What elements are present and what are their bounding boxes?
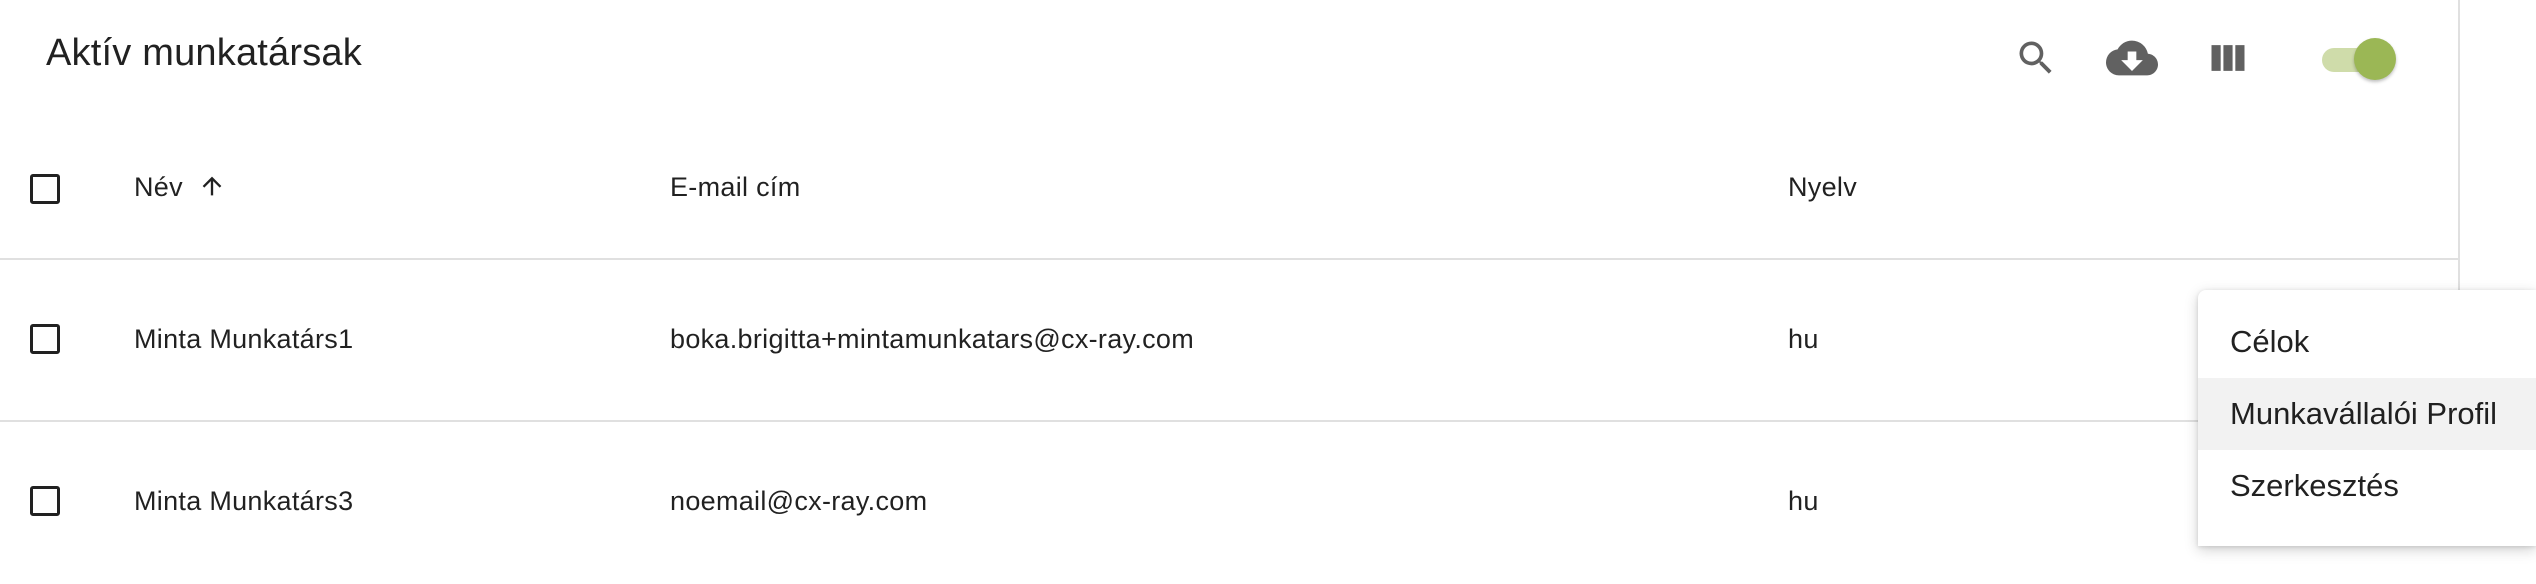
row-checkbox[interactable] [30, 324, 60, 354]
search-icon [2019, 41, 2052, 74]
employees-table-panel: Aktív munkatársak Név E-mail cím Nyelv M… [0, 0, 2460, 546]
view-column-icon [2211, 45, 2245, 71]
employee-language: hu [1788, 324, 1819, 354]
active-toggle-switch[interactable] [2318, 38, 2396, 80]
columns-button[interactable] [2198, 28, 2258, 88]
table-row[interactable]: Minta Munkatárs3 noemail@cx-ray.com hu [0, 422, 2458, 584]
table-header-row: Név E-mail cím Nyelv [0, 116, 2458, 260]
table-toolbar: Aktív munkatársak [0, 0, 2458, 116]
row-checkbox[interactable] [30, 486, 60, 516]
row-context-menu: Célok Munkavállalói Profil Szerkesztés [2198, 290, 2536, 546]
menu-item-employee-profile[interactable]: Munkavállalói Profil [2198, 378, 2536, 450]
column-header-name[interactable]: Név [134, 172, 183, 203]
select-all-checkbox[interactable] [30, 174, 60, 204]
employee-email: noemail@cx-ray.com [670, 486, 928, 516]
page-title: Aktív munkatársak [46, 32, 362, 74]
employee-email: boka.brigitta+mintamunkatars@cx-ray.com [670, 324, 1195, 354]
toggle-thumb [2354, 38, 2396, 80]
employee-language: hu [1788, 486, 1819, 516]
employee-name: Minta Munkatárs1 [134, 324, 354, 354]
menu-item-edit[interactable]: Szerkesztés [2198, 450, 2536, 522]
download-button[interactable] [2102, 28, 2162, 88]
column-header-language[interactable]: Nyelv [1788, 172, 1857, 203]
cloud-download-icon [2106, 40, 2158, 76]
arrow-up-icon[interactable] [198, 172, 226, 200]
menu-item-goals[interactable]: Célok [2198, 306, 2536, 378]
table-row[interactable]: Minta Munkatárs1 boka.brigitta+mintamunk… [0, 260, 2458, 422]
employee-name: Minta Munkatárs3 [134, 486, 354, 516]
search-button[interactable] [2006, 28, 2066, 88]
column-header-email[interactable]: E-mail cím [670, 172, 801, 203]
